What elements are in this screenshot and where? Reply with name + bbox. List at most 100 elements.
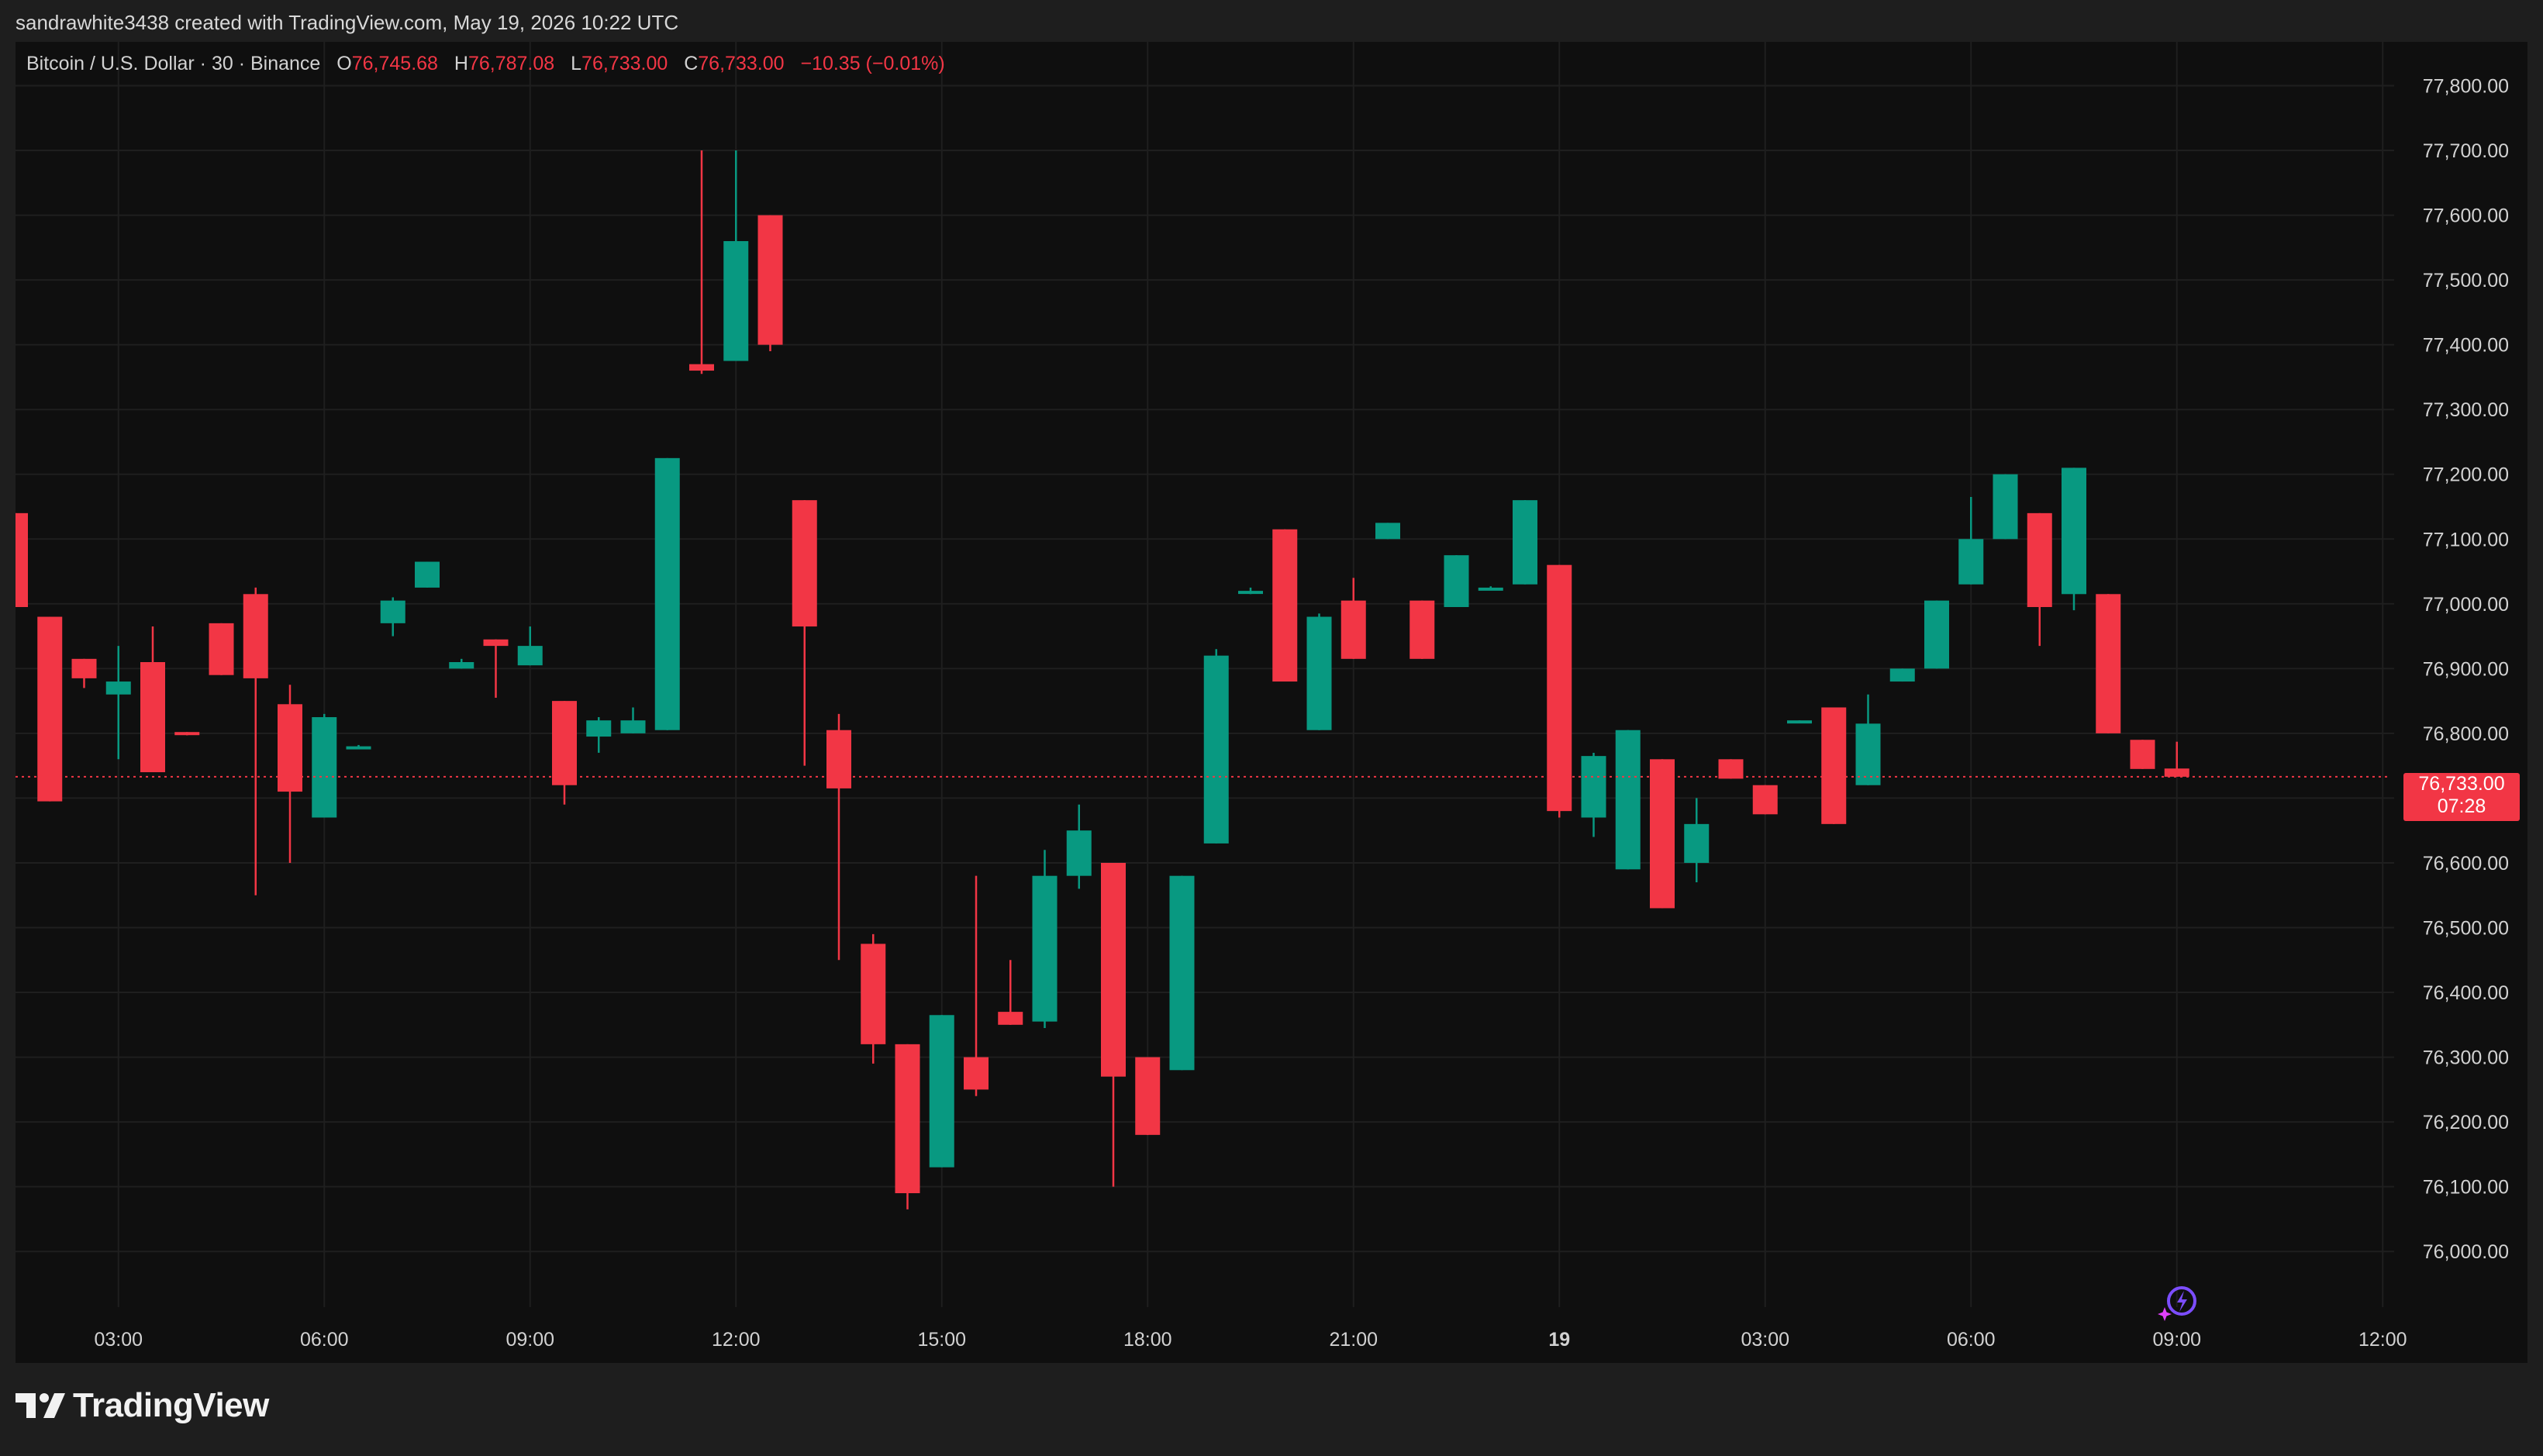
close-value: 76,733.00 [698,53,785,74]
y-tick-label: 76,100.00 [2423,1177,2509,1199]
candle [1513,500,1537,585]
candle [1238,587,1263,595]
candle [552,701,577,805]
candle [140,626,165,773]
candle-body [1958,539,1984,585]
candle [620,707,646,733]
candle [2130,740,2155,769]
high-label: H [454,53,468,74]
last-price-value: 76,733.00 [2418,773,2505,795]
candle [243,587,268,895]
candle-body [826,730,851,788]
candle-body [929,1015,954,1168]
last-price-tag: 76,733.00 07:28 [2403,773,2520,821]
candle [1993,474,2018,540]
candle [723,150,749,361]
x-tick-label: 12:00 [712,1329,761,1351]
sparkle-bolt-icon[interactable] [2157,1281,2202,1326]
close-label: C [684,53,699,74]
candle [1306,613,1332,730]
candle [449,658,474,669]
candle [1581,752,1606,837]
candle-body [1684,823,1710,863]
candle-body [1238,591,1263,595]
candle-body [1581,756,1606,818]
attribution-text: sandrawhite3438 created with TradingView… [16,11,679,34]
candle [1203,649,1229,844]
candle-body [1410,600,1435,659]
candle-body [1718,759,1744,779]
candle-body [312,717,337,818]
candle [586,717,612,753]
candle-body [964,1057,989,1090]
candle-body [16,512,28,607]
candlestick-chart[interactable]: 76,000.00 76,100.00 76,200.00 76,300.00 76,4… [16,42,2527,1363]
candle [1924,600,1949,669]
candle-body [1752,785,1778,815]
candle [1650,759,1675,909]
candle [654,457,680,730]
candle [1135,1057,1161,1135]
candle-body [1444,555,1469,607]
candle [415,561,440,588]
candle-body [1306,616,1332,730]
y-tick-label: 76,400.00 [2423,982,2509,1004]
candle-body [998,1012,1023,1025]
candle [929,1015,954,1168]
tradingview-logo-icon [16,1393,65,1418]
low-value: 76,733.00 [581,53,668,74]
candle-body [1615,730,1641,870]
brand-name: TradingView [73,1386,269,1424]
candle-body [1821,707,1847,824]
candle-layer [16,150,2189,1209]
y-tick-label: 76,800.00 [2423,723,2509,745]
candle [312,713,337,818]
candle-body [105,681,131,695]
candle [1684,798,1710,883]
candle-body [586,720,612,737]
candle-body [71,658,97,678]
candle-body [895,1044,920,1194]
chart-pane[interactable]: 76,000.00 76,100.00 76,200.00 76,300.00 76,4… [16,42,2527,1363]
candle-body [1169,875,1195,1071]
y-tick-label: 77,800.00 [2423,76,2509,98]
change-value: −10.35 (−0.01%) [800,53,945,74]
candle [1855,694,1881,785]
candle-body [346,746,371,750]
y-tick-label: 77,700.00 [2423,140,2509,162]
y-tick-label: 76,900.00 [2423,658,2509,680]
candle [1718,759,1744,779]
candle [174,732,200,736]
candle-body [1341,600,1366,659]
candle-body [2027,512,2052,607]
candle [689,150,714,374]
candle-body [449,661,474,669]
candle-body [792,500,817,627]
candle [1752,785,1778,815]
price-axis[interactable]: 76,000.00 76,100.00 76,200.00 76,300.00 76,4… [2423,76,2509,1264]
low-label: L [571,53,582,74]
candle-body [1032,875,1058,1022]
y-tick-label: 77,600.00 [2423,205,2509,227]
candle [1410,600,1435,659]
candle [792,500,817,766]
x-tick-label: 21:00 [1329,1329,1378,1351]
candle-body [1889,668,1915,682]
candle-body [1066,830,1092,876]
candle-body [1650,759,1675,909]
candle-body [1135,1057,1161,1135]
tradingview-logo[interactable]: TradingView [16,1386,269,1425]
candle [895,1044,920,1209]
x-tick-label: 15:00 [917,1329,966,1351]
candle-body [1547,564,1572,812]
candle-body [1855,723,1881,785]
candle [1615,730,1641,870]
bar-countdown: 07:28 [2437,795,2486,817]
candle [1958,496,1984,585]
candle-body [723,240,749,361]
candle-body [1272,529,1298,682]
candle [517,626,543,666]
candle-body [1203,655,1229,844]
candle [105,646,131,760]
time-axis[interactable]: 03:00 06:00 09:00 12:00 15:00 18:00 21:00 19 03:… [94,1329,2407,1351]
